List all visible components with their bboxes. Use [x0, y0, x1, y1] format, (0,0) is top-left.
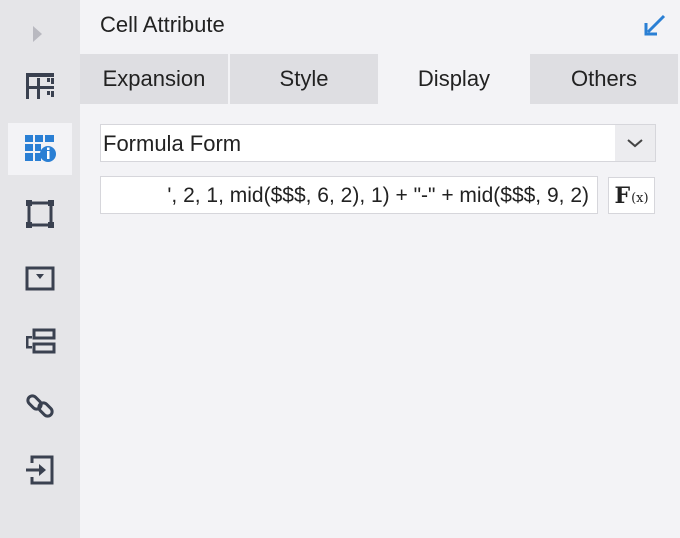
sidebar-item-widget-settings[interactable] — [8, 252, 72, 304]
apply-arrow-icon[interactable] — [642, 12, 668, 43]
sidebar-item-float-element[interactable] — [8, 188, 72, 240]
hyperlink-icon — [26, 394, 54, 418]
sidebar-item-cell-attribute[interactable] — [8, 123, 72, 175]
cell-attribute-panel: Cell Attribute Expansion Style Display O… — [80, 0, 680, 538]
float-element-icon — [26, 200, 54, 228]
chevron-down-icon[interactable] — [615, 125, 655, 161]
cell-element-icon — [26, 73, 54, 99]
display-mode-select[interactable]: Formula Form — [100, 124, 656, 162]
tab-expansion[interactable]: Expansion — [80, 54, 228, 104]
tab-style[interactable]: Style — [230, 54, 378, 104]
tab-display[interactable]: Display — [380, 54, 528, 104]
condition-attribute-icon — [26, 328, 56, 354]
widget-settings-icon — [25, 266, 55, 291]
attribute-tabs: Expansion Style Display Others — [80, 54, 678, 104]
fx-label-sub: (x) — [631, 190, 649, 206]
sidebar-item-hyperlink[interactable] — [8, 380, 72, 432]
expand-arrow-icon[interactable] — [33, 26, 42, 42]
formula-input[interactable]: ', 2, 1, mid($$$, 6, 2), 1) + "-" + mid(… — [100, 176, 598, 214]
formula-value: ', 2, 1, mid($$$, 6, 2), 1) + "-" + mid(… — [167, 184, 589, 207]
tab-others[interactable]: Others — [530, 54, 678, 104]
display-mode-value: Formula Form — [103, 131, 242, 156]
cell-attribute-icon — [25, 135, 56, 162]
formula-editor-button[interactable]: F (x) — [608, 177, 655, 214]
left-sidebar — [0, 0, 80, 538]
sidebar-item-condition-attribute[interactable] — [8, 316, 72, 368]
sidebar-item-data-entry[interactable] — [8, 444, 72, 496]
data-entry-icon — [26, 455, 54, 485]
sidebar-item-cell-element[interactable] — [8, 60, 72, 112]
panel-title: Cell Attribute — [100, 12, 225, 37]
fx-label: F — [614, 182, 631, 209]
